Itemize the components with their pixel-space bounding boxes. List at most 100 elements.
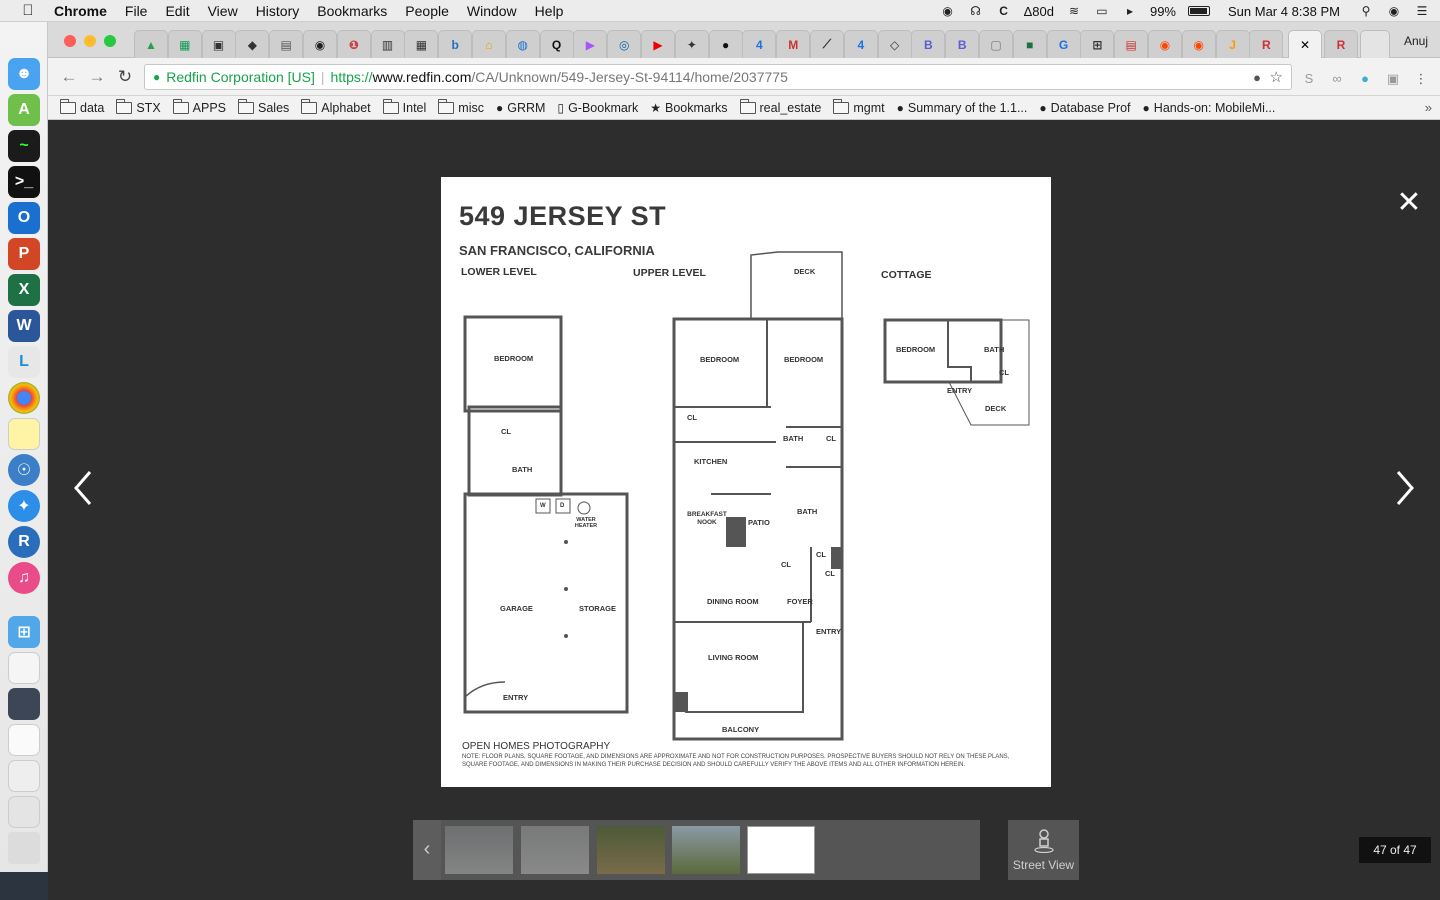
- vpn-globe-icon[interactable]: ☉: [8, 454, 40, 486]
- finder-icon[interactable]: ☻: [8, 58, 40, 90]
- chrome-icon[interactable]: [8, 382, 40, 414]
- bookmark-item[interactable]: ● GRRM: [496, 101, 545, 115]
- browser-tab[interactable]: G: [1046, 30, 1081, 58]
- next-photo-arrow[interactable]: [1390, 468, 1420, 508]
- battery-percent[interactable]: 99%: [1150, 4, 1176, 19]
- extension-icon[interactable]: ∞: [1329, 72, 1345, 86]
- android-studio-icon[interactable]: A: [8, 94, 40, 126]
- browser-tab[interactable]: ⌂: [472, 30, 506, 58]
- forward-button[interactable]: →: [88, 68, 106, 86]
- headphones-icon[interactable]: ☊: [968, 4, 984, 18]
- app-menu[interactable]: Chrome: [54, 3, 107, 19]
- browser-tab[interactable]: ⟋: [810, 30, 844, 58]
- browser-tab[interactable]: ▣: [201, 30, 236, 58]
- excel-icon[interactable]: X: [8, 274, 40, 306]
- bookmark-item[interactable]: Intel: [382, 98, 426, 115]
- menu-view[interactable]: View: [208, 3, 238, 19]
- word-icon[interactable]: W: [8, 310, 40, 342]
- lync-icon[interactable]: L: [8, 346, 40, 378]
- c-tray-icon[interactable]: C: [996, 4, 1012, 18]
- menu-history[interactable]: History: [256, 3, 300, 19]
- downloads-stack-icon[interactable]: [8, 724, 40, 756]
- browser-tab[interactable]: ■: [1012, 30, 1047, 58]
- browser-tab[interactable]: ▤: [269, 30, 304, 58]
- itunes-icon[interactable]: ♫: [8, 562, 40, 594]
- pocket-extension-icon[interactable]: ▣: [1385, 72, 1401, 86]
- windows-folder-icon[interactable]: ⊞: [8, 616, 40, 648]
- menu-people[interactable]: People: [405, 3, 449, 19]
- apple-menu-icon[interactable]: : [18, 2, 38, 19]
- thumbnail-bathroom-1[interactable]: [445, 826, 513, 874]
- lightbulb-extension-icon[interactable]: ●: [1357, 72, 1373, 86]
- menu-window[interactable]: Window: [467, 3, 517, 19]
- browser-tab[interactable]: ●: [708, 30, 743, 58]
- browser-tab[interactable]: ▤: [1114, 30, 1149, 58]
- trash-icon[interactable]: [8, 832, 40, 864]
- translate-icon[interactable]: ●: [1253, 70, 1261, 85]
- bookmark-item[interactable]: Sales: [238, 98, 289, 115]
- browser-tab[interactable]: ◉: [1148, 30, 1182, 58]
- window-zoom-button[interactable]: [104, 35, 116, 47]
- bookmark-item[interactable]: ● Database Prof: [1039, 101, 1130, 115]
- siri-icon[interactable]: ◉: [1386, 4, 1402, 18]
- eye-tray-icon[interactable]: ◉: [940, 4, 956, 18]
- tray-counter[interactable]: Δ80d: [1024, 4, 1054, 19]
- bookmark-item[interactable]: ▯ G-Bookmark: [557, 101, 638, 115]
- menu-bookmarks[interactable]: Bookmarks: [317, 3, 387, 19]
- address-bar[interactable]: ● Redfin Corporation [US] | https:// www…: [144, 64, 1292, 90]
- filmstrip-prev-arrow[interactable]: ‹: [413, 820, 441, 880]
- new-tab-button[interactable]: [1360, 30, 1390, 58]
- bookmark-item[interactable]: ● Hands-on: MobileMi...: [1143, 101, 1276, 115]
- browser-tab[interactable]: M: [776, 30, 811, 58]
- notes-icon[interactable]: [8, 418, 40, 450]
- applications-stack-icon[interactable]: [8, 796, 40, 828]
- thumbnail-bathroom-2[interactable]: [521, 826, 589, 874]
- bookmark-item[interactable]: STX: [116, 98, 161, 115]
- close-viewer-button[interactable]: ✕: [1392, 186, 1426, 220]
- profile-name[interactable]: Anuj: [1404, 34, 1428, 48]
- browser-tab[interactable]: ◇: [877, 30, 912, 58]
- bookmark-item[interactable]: data: [60, 98, 104, 115]
- bookmark-item[interactable]: real_estate: [739, 98, 821, 115]
- spotlight-search-icon[interactable]: ⚲: [1358, 4, 1374, 18]
- bookmark-item[interactable]: APPS: [172, 98, 226, 115]
- clock[interactable]: Sun Mar 4 8:38 PM: [1228, 4, 1340, 19]
- wifi-icon[interactable]: ≋: [1066, 4, 1082, 18]
- window-close-button[interactable]: [64, 35, 76, 47]
- files-stack-icon[interactable]: [8, 760, 40, 792]
- bookmark-star-icon[interactable]: ☆: [1270, 68, 1283, 86]
- terminal-icon[interactable]: >_: [8, 166, 40, 198]
- activity-monitor-icon[interactable]: ~: [8, 130, 40, 162]
- back-button[interactable]: ←: [60, 68, 78, 86]
- browser-tab[interactable]: ⊞: [1080, 30, 1115, 58]
- previous-photo-arrow[interactable]: [68, 468, 98, 508]
- window-minimize-button[interactable]: [84, 35, 96, 47]
- browser-tab[interactable]: ◆: [235, 30, 270, 58]
- document-stack-icon[interactable]: [8, 652, 40, 684]
- outlook-icon[interactable]: O: [8, 202, 40, 234]
- browser-tab[interactable]: Q: [539, 30, 574, 58]
- browser-tab[interactable]: ✦: [674, 30, 709, 58]
- powerpoint-icon[interactable]: P: [8, 238, 40, 270]
- menu-help[interactable]: Help: [535, 3, 564, 19]
- thumbnail-garden-2[interactable]: [672, 826, 740, 874]
- ev-certificate-label[interactable]: Redfin Corporation [US]: [166, 69, 315, 85]
- bookmark-item[interactable]: misc: [438, 98, 484, 115]
- street-view-button[interactable]: Street View: [1008, 820, 1079, 880]
- browser-tab[interactable]: B: [945, 30, 980, 58]
- browser-tab[interactable]: ▢: [979, 30, 1013, 58]
- browser-tab[interactable]: ◍: [505, 30, 540, 58]
- menu-edit[interactable]: Edit: [165, 3, 189, 19]
- screens-stack-icon[interactable]: [8, 688, 40, 720]
- browser-tab[interactable]: ◉: [303, 30, 337, 58]
- browser-tab[interactable]: b: [438, 30, 473, 58]
- browser-tab[interactable]: R: [1249, 30, 1284, 58]
- notification-center-icon[interactable]: ☰: [1414, 4, 1430, 18]
- safari-icon[interactable]: ✦: [8, 490, 40, 522]
- browser-tab[interactable]: ▲: [134, 30, 168, 58]
- bookmark-item[interactable]: Alphabet: [301, 98, 371, 115]
- reload-button[interactable]: ↻: [116, 68, 134, 86]
- browser-tab[interactable]: ▦: [167, 30, 202, 58]
- airplay-icon[interactable]: ▭: [1094, 4, 1110, 18]
- browser-tab[interactable]: 4: [742, 30, 777, 58]
